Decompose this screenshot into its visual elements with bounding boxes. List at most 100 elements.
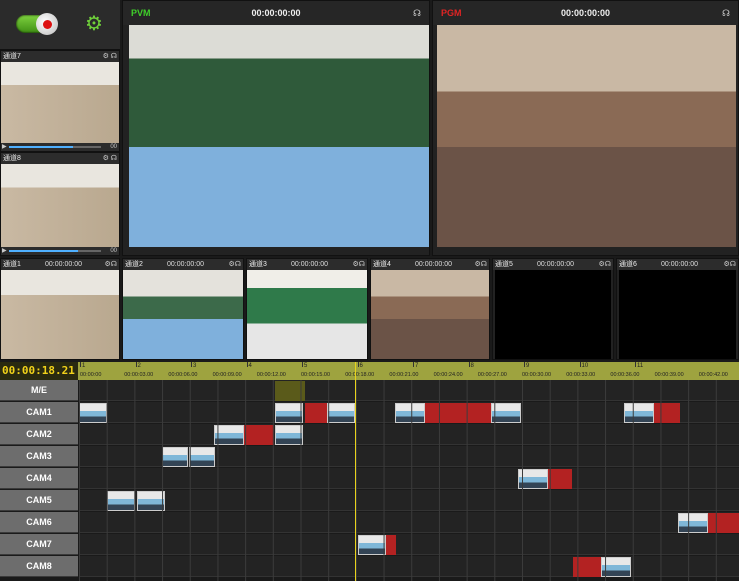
track-label[interactable]: CAM4	[0, 468, 78, 489]
channel-name: 通道5	[495, 261, 513, 268]
play-icon[interactable]: ▶	[2, 247, 7, 255]
track-label[interactable]: CAM1	[0, 402, 78, 423]
ruler-tick-line	[246, 362, 248, 367]
clip-segment[interactable]	[386, 535, 396, 555]
settings-headphone-icon[interactable]: ⚙ ☊	[103, 153, 117, 164]
ruler-major-tick: 8	[470, 363, 474, 369]
channel-name: 通道2	[125, 261, 143, 268]
ruler-time-tick: 00:00:36.00	[610, 372, 640, 378]
channel-7-pane[interactable]: 通道7 ⚙ ☊ ▶ 00	[0, 50, 120, 152]
track-lane[interactable]	[79, 534, 739, 555]
clip-thumbnail[interactable]	[624, 403, 654, 423]
settings-headphone-icon[interactable]: ⚙☊	[599, 259, 612, 270]
clip-thumbnail[interactable]	[162, 447, 188, 467]
clip-segment[interactable]	[708, 513, 739, 533]
track-label[interactable]: CAM5	[0, 490, 78, 511]
video-preview	[371, 270, 489, 359]
track-label[interactable]: CAM8	[0, 556, 78, 577]
ruler-major-tick: 4	[248, 363, 252, 369]
gear-icon[interactable]: ⚙	[84, 14, 104, 34]
channel-6-pane[interactable]: 通道6 00:00:00:00 ⚙☊	[616, 258, 739, 360]
track-lane[interactable]	[79, 380, 739, 401]
ruler-tick-line	[302, 362, 303, 367]
playback-bar[interactable]: ▶ 00	[1, 247, 119, 255]
progress-bar[interactable]	[9, 146, 101, 148]
clip-thumbnail[interactable]	[327, 403, 355, 423]
ruler-time-tick: 00:00:03.00	[124, 372, 154, 378]
clip-thumbnail[interactable]	[395, 403, 425, 423]
clip-segment[interactable]	[305, 403, 327, 423]
clip-thumbnail[interactable]	[491, 403, 521, 423]
track-lane[interactable]	[79, 424, 739, 445]
settings-headphone-icon[interactable]: ⚙☊	[724, 259, 737, 270]
clip-thumbnail[interactable]	[137, 491, 165, 511]
pvm-timecode: 00:00:00:00	[251, 8, 301, 18]
ruler-time-tick: 00:00:00	[80, 372, 102, 378]
headphone-icon[interactable]: ☊	[722, 1, 730, 25]
clip-segment[interactable]	[275, 381, 305, 401]
channel-5-pane[interactable]: 通道5 00:00:00:00 ⚙☊	[492, 258, 614, 360]
clip-thumbnail[interactable]	[518, 469, 548, 489]
clip-segment[interactable]	[654, 403, 680, 423]
channel-1-pane[interactable]: 通道1 00:00:00:00 ⚙☊	[0, 258, 120, 360]
ruler-time-tick: 00:00:30.00	[522, 372, 552, 378]
track-lane[interactable]	[79, 490, 739, 511]
ruler-tick-line	[524, 362, 525, 367]
clip-thumbnail[interactable]	[275, 403, 303, 423]
track-label[interactable]: CAM2	[0, 424, 78, 445]
settings-headphone-icon[interactable]: ⚙☊	[475, 259, 488, 270]
clip-segment[interactable]	[425, 403, 491, 423]
record-dot-icon	[42, 19, 52, 29]
control-bar: ⚙	[0, 0, 120, 50]
clip-segment[interactable]	[573, 557, 601, 577]
headphone-icon[interactable]: ☊	[413, 1, 421, 25]
clip-thumbnail[interactable]	[189, 447, 215, 467]
clip-thumbnail[interactable]	[678, 513, 708, 533]
channel-4-pane[interactable]: 通道4 00:00:00:00 ⚙☊	[370, 258, 490, 360]
ruler-time-tick: 00:00:42.00	[698, 372, 728, 378]
video-preview	[1, 164, 119, 248]
track-lane[interactable]	[79, 402, 739, 423]
clip-segment[interactable]	[244, 425, 274, 445]
time-label: 00	[110, 248, 117, 254]
clip-segment[interactable]	[548, 469, 572, 489]
pgm-header: PGM 00:00:00:00 ☊	[433, 1, 738, 25]
channel-header: 通道3 00:00:00:00 ⚙☊	[247, 259, 367, 270]
clip-thumbnail[interactable]	[107, 491, 135, 511]
track-lane[interactable]	[79, 446, 739, 467]
track-label[interactable]: CAM7	[0, 534, 78, 555]
channel-8-pane[interactable]: 通道8 ⚙ ☊ ▶ 00	[0, 152, 120, 256]
play-icon[interactable]: ▶	[2, 143, 7, 151]
clip-thumbnail[interactable]	[275, 425, 303, 445]
playback-bar[interactable]: ▶ 00	[1, 143, 119, 151]
pvm-label: PVM	[131, 8, 151, 18]
track-lane[interactable]	[79, 556, 739, 577]
progress-bar[interactable]	[9, 250, 101, 252]
settings-headphone-icon[interactable]: ⚙☊	[105, 259, 118, 270]
ruler-tick-line	[468, 362, 470, 367]
channel-3-pane[interactable]: 通道3 00:00:00:00 ⚙☊	[246, 258, 368, 360]
pvm-monitor[interactable]: PVM 00:00:00:00 ☊	[122, 0, 430, 256]
clip-thumbnail[interactable]	[358, 535, 386, 555]
video-preview	[123, 270, 243, 359]
track-lane[interactable]	[79, 512, 739, 533]
settings-headphone-icon[interactable]: ⚙☊	[229, 259, 242, 270]
clip-thumbnail[interactable]	[214, 425, 244, 445]
channel-name: 通道4	[373, 261, 391, 268]
track-label[interactable]: CAM6	[0, 512, 78, 533]
clip-thumbnail[interactable]	[79, 403, 107, 423]
current-timecode: 00:00:18.21	[0, 362, 78, 380]
timeline-ruler[interactable]: 00:00:18.21 1 2 3 4 5 6 7 8 9 10 11 00:00:00 00:00:0…	[0, 362, 739, 380]
playhead[interactable]	[355, 362, 356, 581]
clip-thumbnail[interactable]	[601, 557, 631, 577]
settings-headphone-icon[interactable]: ⚙☊	[353, 259, 366, 270]
track-label[interactable]: M/E	[0, 380, 78, 401]
pgm-monitor[interactable]: PGM 00:00:00:00 ☊	[432, 0, 739, 256]
video-preview	[247, 270, 367, 359]
channel-2-pane[interactable]: 通道2 00:00:00:00 ⚙☊	[122, 258, 244, 360]
track-label[interactable]: CAM3	[0, 446, 78, 467]
ruler-tick-line	[413, 362, 414, 367]
settings-headphone-icon[interactable]: ⚙ ☊	[103, 51, 117, 62]
power-toggle[interactable]	[16, 13, 58, 35]
track-lane[interactable]	[79, 468, 739, 489]
